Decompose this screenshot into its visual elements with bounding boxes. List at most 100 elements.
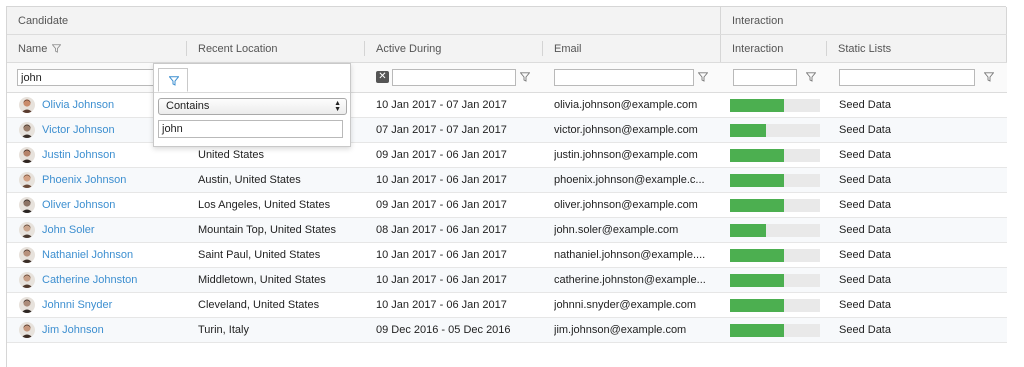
interaction-bar-fill [730, 149, 784, 162]
interaction-bar [730, 299, 820, 312]
interaction-bar [730, 224, 820, 237]
filter-operator-select[interactable]: Contains ▲ ▼ [158, 98, 347, 115]
group-header-row: Candidate Interaction [7, 7, 1007, 35]
email: john.soler@example.com [554, 224, 679, 236]
candidate-grid: Candidate Interaction Name Recent Locati… [6, 6, 1007, 367]
avatar [19, 247, 35, 263]
recent-location: Austin, United States [198, 174, 301, 186]
avatar [19, 222, 35, 238]
table-row[interactable]: Johnni Snyder Cleveland, United States 10 … [7, 293, 1007, 318]
static-list: Seed Data [839, 249, 891, 261]
recent-location: Middletown, United States [198, 274, 326, 286]
email: jim.johnson@example.com [554, 324, 687, 336]
avatar [19, 172, 35, 188]
active-during: 10 Jan 2017 - 06 Jan 2017 [376, 249, 507, 261]
table-row[interactable]: John Soler Mountain Top, United States 08 … [7, 218, 1007, 243]
candidate-name-link[interactable]: Johnni Snyder [42, 293, 182, 317]
name-filter-input[interactable] [17, 69, 157, 86]
table-row[interactable]: Oliver Johnson Los Angeles, United States… [7, 193, 1007, 218]
popup-tab-divider [154, 92, 350, 93]
static-list: Seed Data [839, 149, 891, 161]
table-row[interactable]: Nathaniel Johnson Saint Paul, United Stat… [7, 243, 1007, 268]
static-list: Seed Data [839, 124, 891, 136]
interaction-bar [730, 124, 820, 137]
interaction-bar-fill [730, 299, 784, 312]
email: nathaniel.johnson@example.... [554, 249, 706, 261]
table-row[interactable]: Phoenix Johnson Austin, United States 10 J… [7, 168, 1007, 193]
column-header-email[interactable]: Email [543, 35, 721, 62]
static-list: Seed Data [839, 324, 891, 336]
recent-location: Saint Paul, United States [198, 249, 321, 261]
email: johnni.snyder@example.com [554, 299, 697, 311]
column-header-name-label: Name [18, 42, 48, 55]
candidate-name-link[interactable]: Jim Johnson [42, 318, 182, 342]
interaction-bar-fill [730, 274, 784, 287]
clear-filter-icon[interactable]: ✕ [376, 71, 389, 83]
active-during: 09 Jan 2017 - 06 Jan 2017 [376, 149, 507, 161]
active-during-filter-input[interactable] [392, 69, 516, 86]
candidate-name-link[interactable]: Catherine Johnston [42, 268, 182, 292]
interaction-bar-fill [730, 224, 766, 237]
active-during: 10 Jan 2017 - 06 Jan 2017 [376, 274, 507, 286]
active-during: 10 Jan 2017 - 06 Jan 2017 [376, 174, 507, 186]
active-during: 08 Jan 2017 - 06 Jan 2017 [376, 224, 507, 236]
avatar [19, 272, 35, 288]
email-funnel-icon[interactable] [698, 72, 708, 82]
candidate-name-link[interactable]: Nathaniel Johnson [42, 243, 182, 267]
avatar [19, 147, 35, 163]
filter-tab[interactable] [158, 68, 188, 92]
static-list: Seed Data [839, 224, 891, 236]
table-row[interactable]: Jim Johnson Turin, Italy 09 Dec 2016 - 05 … [7, 318, 1007, 343]
interaction-bar-fill [730, 124, 766, 137]
email: victor.johnson@example.com [554, 124, 698, 136]
column-header-active-during[interactable]: Active During [365, 35, 543, 62]
candidate-name-link[interactable]: Oliver Johnson [42, 193, 182, 217]
table-row[interactable]: Catherine Johnston Middletown, United Sta… [7, 268, 1007, 293]
interaction-bar [730, 324, 820, 337]
filter-operator-value: Contains [166, 100, 210, 112]
email: olivia.johnson@example.com [554, 99, 698, 111]
static-lists-filter-input[interactable] [839, 69, 975, 86]
static-list: Seed Data [839, 199, 891, 211]
avatar [19, 322, 35, 338]
email: phoenix.johnson@example.c... [554, 174, 705, 186]
select-arrows-icon: ▲ ▼ [334, 100, 341, 113]
recent-location: Turin, Italy [198, 324, 249, 336]
column-header-row: Name Recent Location Active During Email… [7, 35, 1007, 63]
column-header-name[interactable]: Name [7, 35, 187, 62]
recent-location: Mountain Top, United States [198, 224, 336, 236]
static-lists-funnel-icon[interactable] [984, 72, 994, 82]
interaction-funnel-icon[interactable] [806, 72, 816, 82]
email: oliver.johnson@example.com [554, 199, 698, 211]
active-during-funnel-icon[interactable] [520, 72, 530, 82]
active-during: 10 Jan 2017 - 06 Jan 2017 [376, 299, 507, 311]
interaction-bar [730, 174, 820, 187]
funnel-icon[interactable] [52, 44, 62, 53]
candidate-name-link[interactable]: Phoenix Johnson [42, 168, 182, 192]
email: catherine.johnston@example... [554, 274, 706, 286]
funnel-icon [169, 76, 179, 86]
column-header-static-lists[interactable]: Static Lists [827, 35, 1007, 62]
recent-location: Los Angeles, United States [198, 199, 331, 211]
active-during: 09 Dec 2016 - 05 Dec 2016 [376, 324, 511, 336]
avatar [19, 197, 35, 213]
interaction-bar [730, 199, 820, 212]
recent-location: Cleveland, United States [198, 299, 320, 311]
filter-value-input[interactable]: john [158, 120, 343, 138]
email-filter-input[interactable] [554, 69, 694, 86]
interaction-bar-fill [730, 249, 784, 262]
static-list: Seed Data [839, 99, 891, 111]
interaction-bar-fill [730, 99, 784, 112]
email: justin.johnson@example.com [554, 149, 698, 161]
interaction-bar [730, 274, 820, 287]
interaction-bar-fill [730, 174, 784, 187]
static-list: Seed Data [839, 274, 891, 286]
interaction-filter-input[interactable] [733, 69, 797, 86]
active-during: 10 Jan 2017 - 07 Jan 2017 [376, 99, 507, 111]
group-header-candidate: Candidate [7, 7, 721, 34]
candidate-name-link[interactable]: John Soler [42, 218, 182, 242]
avatar [19, 97, 35, 113]
column-header-location[interactable]: Recent Location [187, 35, 365, 62]
column-header-interaction[interactable]: Interaction [721, 35, 827, 62]
avatar [19, 122, 35, 138]
